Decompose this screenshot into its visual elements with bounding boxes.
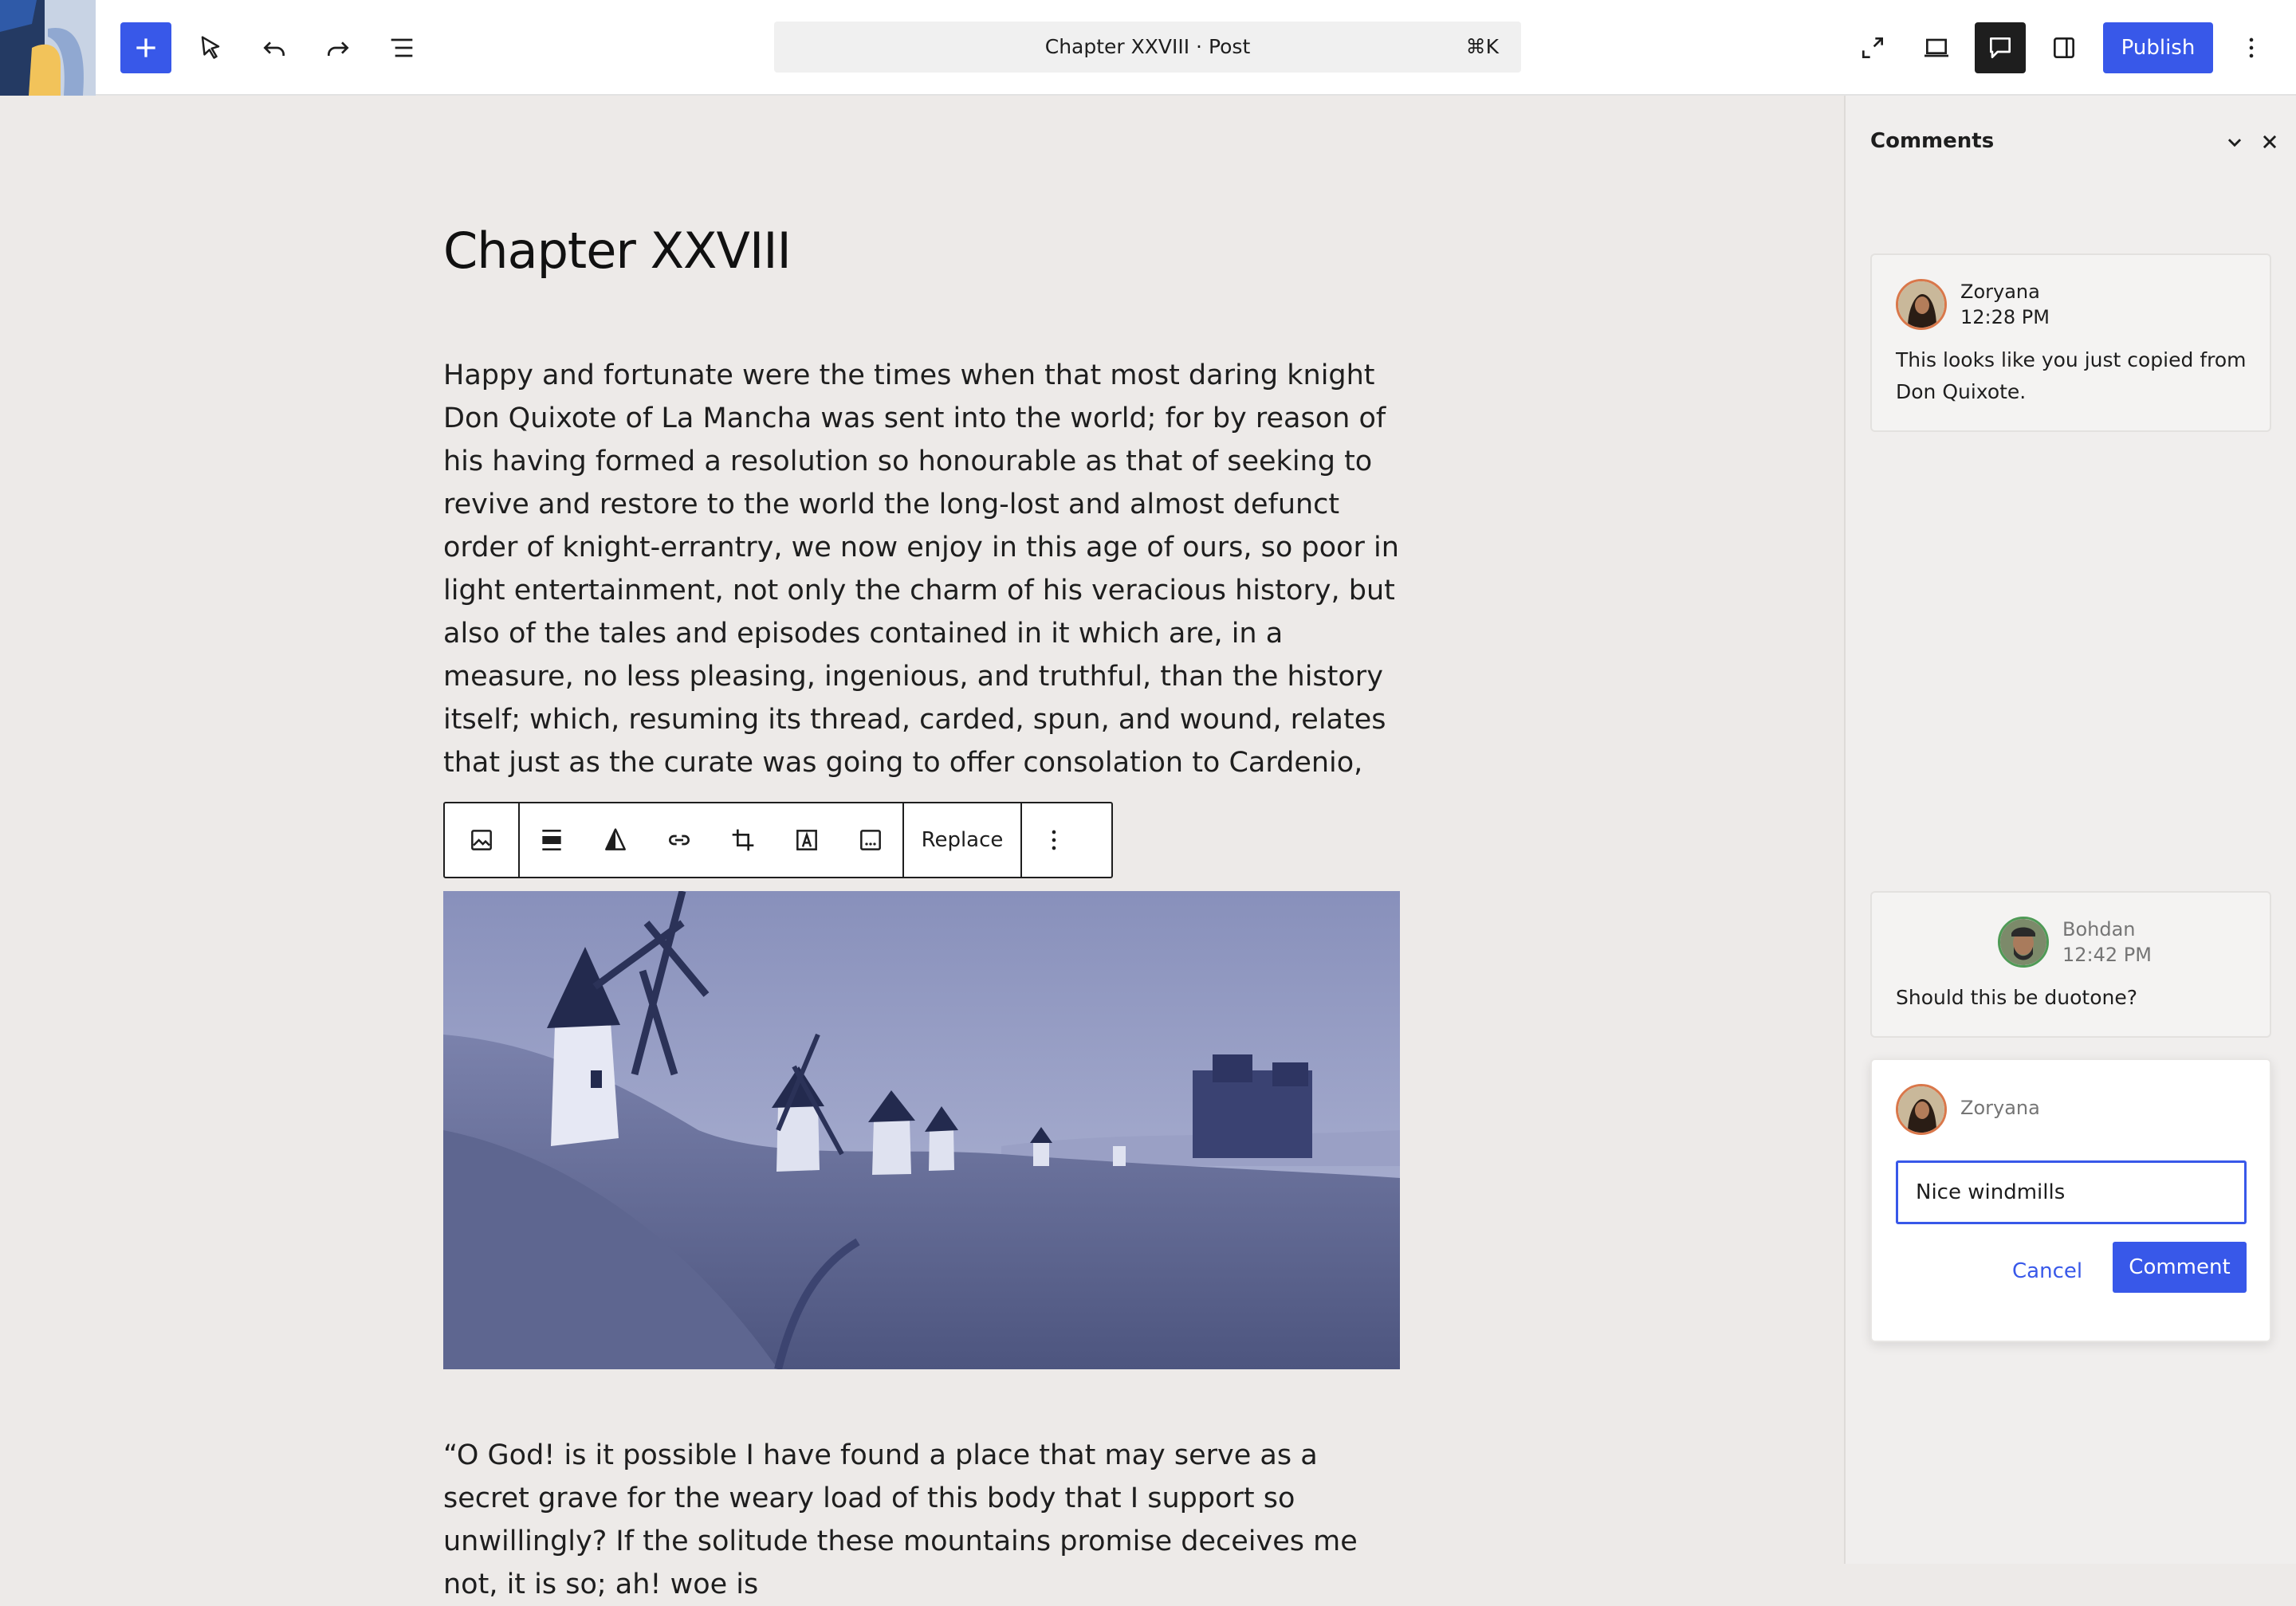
publish-button[interactable]: Publish (2103, 22, 2213, 73)
more-vertical-icon (1052, 830, 1056, 850)
fullscreen-icon (1862, 37, 1883, 58)
caption-button[interactable] (839, 803, 902, 877)
avatar-photo (1898, 281, 1944, 328)
submit-comment-button[interactable]: Comment (2113, 1242, 2247, 1293)
redo-icon (328, 41, 349, 56)
replace-group: Replace (904, 803, 1022, 877)
comment-icon (1990, 37, 2011, 58)
command-palette-button[interactable]: Chapter XXVIII · Post ⌘K (774, 22, 1521, 73)
undo-icon (263, 41, 285, 56)
select-tool-button[interactable] (185, 22, 236, 73)
comment-text: Should this be duotone? (1896, 986, 2137, 1009)
align-icon (542, 830, 561, 850)
comment-reply-form: Zoryana Nice windmills Cancel Comment (1870, 1058, 2271, 1342)
caption-icon (860, 830, 881, 850)
preview-button[interactable] (1911, 22, 1962, 73)
text-over-image-icon (796, 830, 817, 850)
comment-thread[interactable]: Zoryana 12:28 PM This looks like you jus… (1870, 253, 2271, 432)
undo-button[interactable] (249, 22, 300, 73)
comment-time: 12:42 PM (2062, 944, 2152, 966)
comment-input[interactable]: Nice windmills (1896, 1160, 2247, 1224)
more-vertical-icon (2249, 37, 2254, 58)
image-block-toolbar: Replace (443, 802, 1113, 878)
cancel-button[interactable]: Cancel (2012, 1259, 2082, 1283)
align-button[interactable] (520, 803, 584, 877)
duotone-button[interactable] (584, 803, 647, 877)
avatar-photo (2000, 919, 2046, 965)
collapse-button[interactable] (2217, 124, 2252, 159)
reply-author: Zoryana (1960, 1097, 2040, 1119)
crop-button[interactable] (711, 803, 775, 877)
post-title[interactable]: Chapter XXVIII (443, 222, 792, 280)
replace-button[interactable]: Replace (904, 803, 1020, 877)
block-type-group (445, 803, 520, 877)
sidebar-toggle-icon (2054, 37, 2074, 58)
link-icon (669, 834, 690, 846)
image-block-windmills[interactable] (443, 891, 1400, 1369)
paragraph-text: Happy and fortunate were the times when … (443, 354, 1400, 792)
desktop-preview-icon (1924, 38, 1948, 57)
more-options-group (1022, 803, 1086, 877)
comments-toggle-button[interactable] (1975, 22, 2026, 73)
image-icon (471, 830, 492, 850)
redo-button[interactable] (313, 22, 364, 73)
close-icon (2263, 135, 2277, 149)
add-block-button[interactable] (120, 22, 171, 73)
windmills-photo (443, 891, 1400, 1369)
comment-input-value: Nice windmills (1916, 1180, 2066, 1204)
chevron-down-icon (2227, 139, 2242, 147)
link-button[interactable] (647, 803, 711, 877)
options-menu-button[interactable] (2226, 22, 2277, 73)
document-overview-icon (391, 38, 413, 57)
block-options-button[interactable] (1022, 803, 1086, 877)
comments-sidebar: Comments Zoryana 12:28 PM This looks lik… (1844, 96, 2296, 1564)
image-tools-group (520, 803, 904, 877)
avatar (1998, 917, 2049, 968)
settings-sidebar-button[interactable] (2038, 22, 2090, 73)
sidebar-title: Comments (1870, 129, 1995, 153)
selected-text: Happy and fortunate were the times when … (443, 359, 1399, 792)
comment-thread[interactable]: Bohdan 12:42 PM Should this be duotone? (1870, 891, 2271, 1038)
select-tool-icon (201, 36, 220, 59)
text-over-image-button[interactable] (775, 803, 839, 877)
avatar (1896, 279, 1947, 330)
paragraph-block[interactable]: Happy and fortunate were the times when … (443, 354, 1400, 792)
site-logo-art (0, 0, 96, 96)
fullscreen-button[interactable] (1847, 22, 1898, 73)
document-overview-button[interactable] (376, 22, 427, 73)
duotone-icon (605, 828, 626, 850)
editor-top-toolbar: Chapter XXVIII · Post ⌘K Publish (0, 0, 2296, 96)
command-shortcut: ⌘K (1465, 35, 1499, 58)
comment-text: This looks like you just copied from Don… (1896, 348, 2247, 403)
comment-author: Bohdan (2062, 918, 2136, 940)
comment-author: Zoryana (1960, 281, 2040, 303)
plus-icon (136, 38, 155, 57)
comment-time: 12:28 PM (1960, 306, 2050, 328)
paragraph-block[interactable]: “O God! is it possible I have found a pl… (443, 1434, 1400, 1606)
avatar-photo (1898, 1086, 1944, 1133)
close-sidebar-button[interactable] (2252, 124, 2287, 159)
site-logo[interactable] (0, 0, 96, 96)
crop-icon (732, 829, 754, 851)
block-type-button[interactable] (445, 803, 518, 877)
document-title: Chapter XXVIII · Post (1044, 35, 1251, 58)
avatar (1896, 1084, 1947, 1135)
